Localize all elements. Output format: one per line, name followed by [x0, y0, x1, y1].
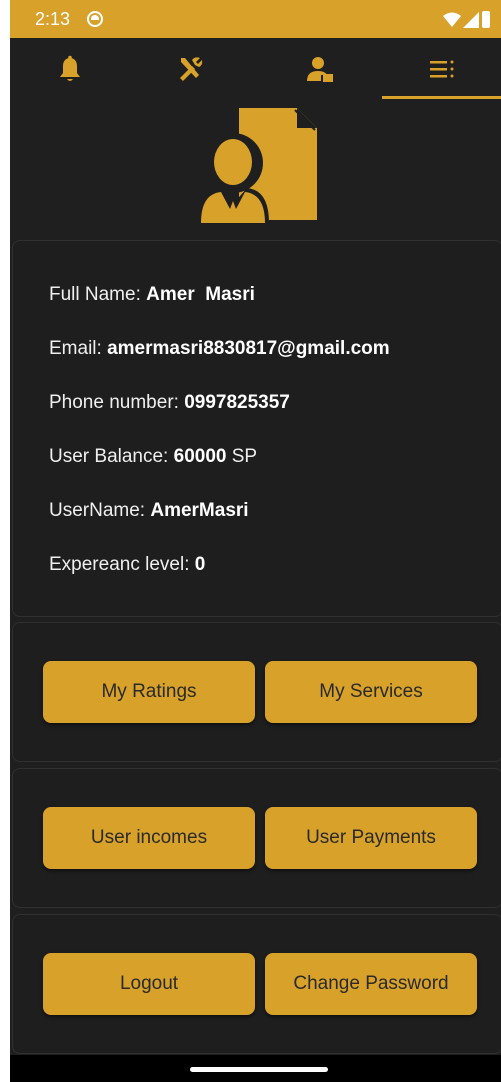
- balance-row: User Balance: 60000 SP: [49, 446, 257, 468]
- status-icons: [435, 10, 495, 30]
- logout-button[interactable]: Logout: [43, 953, 255, 1015]
- email-row: Email: amermasri8830817@gmail.com: [49, 338, 390, 360]
- home-gesture-handle[interactable]: [190, 1067, 328, 1072]
- balance-label: User Balance:: [49, 446, 174, 467]
- user-payments-button[interactable]: User Payments: [265, 807, 477, 869]
- tab-services[interactable]: [130, 38, 250, 100]
- active-tab-indicator: [382, 96, 501, 99]
- user-document-icon: [197, 108, 317, 223]
- system-nav-bar: [10, 1055, 501, 1082]
- balance-unit: SP: [226, 446, 258, 467]
- username-value: AmerMasri: [150, 500, 249, 521]
- balance-value: 60000: [173, 446, 227, 467]
- experience-row: Expereanc level: 0: [49, 554, 205, 576]
- email-label: Email:: [49, 338, 108, 359]
- user-document-icon: [307, 57, 333, 82]
- change-password-button[interactable]: Change Password: [265, 953, 477, 1015]
- user-incomes-button[interactable]: User incomes: [43, 807, 255, 869]
- my-services-button[interactable]: My Services: [265, 661, 477, 723]
- status-time: 2:13: [35, 9, 71, 29]
- tab-notifications[interactable]: [10, 38, 130, 100]
- phone-value: 0997825357: [184, 392, 290, 413]
- status-bar: 2:13: [10, 0, 501, 38]
- battery-icon: [482, 11, 490, 28]
- menu-icon: [429, 60, 453, 78]
- tab-profile[interactable]: [260, 38, 380, 100]
- phone-label: Phone number:: [49, 392, 185, 413]
- account-actions-card: Logout Change Password: [12, 914, 501, 1054]
- full-name-label: Full Name:: [49, 284, 147, 305]
- tools-icon: [180, 57, 203, 81]
- notification-status-icon: [87, 11, 103, 27]
- my-ratings-button[interactable]: My Ratings: [43, 661, 255, 723]
- profile-info-card: Full Name: Amer Masri Email: amermasri88…: [12, 240, 501, 617]
- ratings-services-card: My Ratings My Services: [12, 622, 501, 762]
- email-value: amermasri8830817@gmail.com: [107, 338, 390, 359]
- incomes-payments-card: User incomes User Payments: [12, 768, 501, 908]
- bell-icon: [60, 55, 80, 81]
- signal-icon: [463, 12, 479, 28]
- phone-row: Phone number: 0997825357: [49, 392, 290, 414]
- app-screen: 2:13 Full Name: Amer Masri Email: amerma…: [10, 0, 501, 1082]
- experience-label: Expereanc level:: [49, 554, 195, 575]
- username-row: UserName: AmerMasri: [49, 500, 249, 522]
- username-label: UserName:: [49, 500, 151, 521]
- full-name-row: Full Name: Amer Masri: [49, 284, 255, 306]
- wifi-icon: [443, 12, 461, 27]
- tab-menu[interactable]: [382, 38, 501, 100]
- tab-bar: [10, 38, 501, 100]
- experience-value: 0: [194, 554, 206, 575]
- full-name-value: Amer Masri: [146, 284, 255, 305]
